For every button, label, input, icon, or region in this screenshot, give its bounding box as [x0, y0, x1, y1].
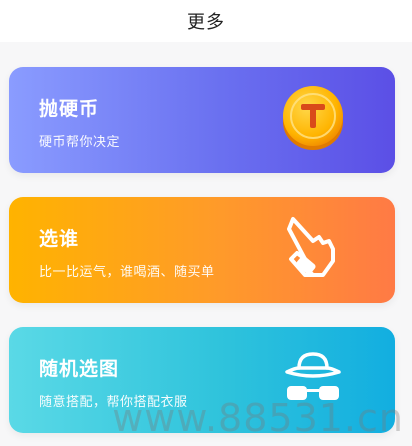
card-title: 随机选图	[39, 358, 120, 380]
more-page: 更多 抛硬币 硬币帮你决定 选谁 比一比运气，谁喝酒、随买单 随机选图 随意搭配…	[0, 0, 412, 446]
random-image-card[interactable]: 随机选图 随意搭配，帮你搭配衣服	[9, 327, 395, 433]
page-title: 更多	[187, 12, 225, 33]
pick-who-card[interactable]: 选谁 比一比运气，谁喝酒、随买单	[9, 197, 395, 303]
top-bar: 更多	[0, 0, 412, 42]
card-subtitle: 随意搭配，帮你搭配衣服	[39, 395, 188, 410]
hat-glasses-icon	[281, 346, 345, 414]
card-title: 选谁	[39, 228, 80, 250]
card-subtitle: 硬币帮你决定	[39, 135, 121, 150]
card-title: 抛硬币	[39, 98, 100, 120]
coin-icon	[279, 84, 347, 156]
pointing-hand-icon	[283, 215, 343, 285]
coin-flip-card[interactable]: 抛硬币 硬币帮你决定	[9, 67, 395, 173]
card-subtitle: 比一比运气，谁喝酒、随买单	[39, 265, 215, 280]
